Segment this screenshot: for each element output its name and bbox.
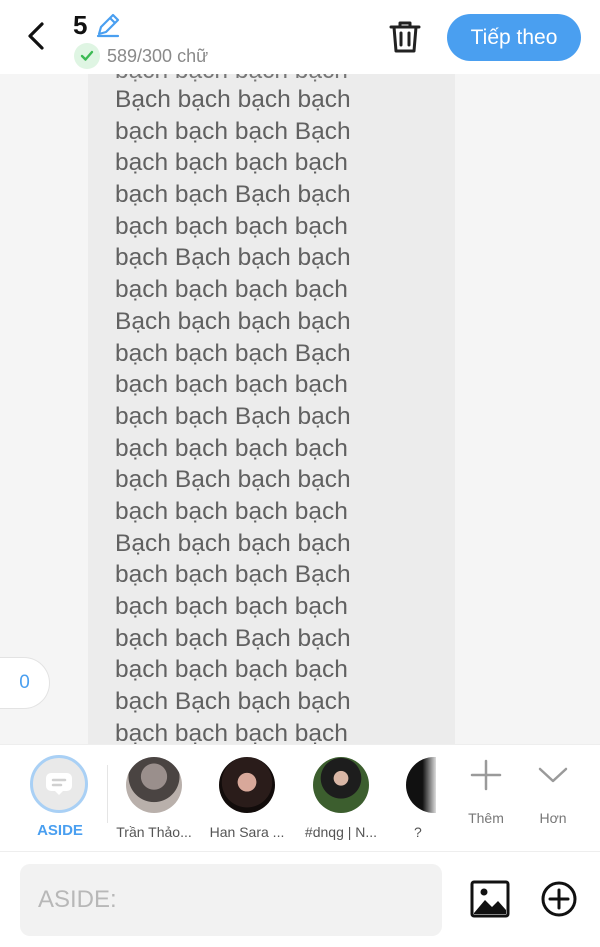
profile-han-sara[interactable]: Han Sara ... [202, 757, 292, 840]
trash-icon[interactable] [386, 18, 424, 56]
top-bar: 5 589/300 chữ Tiếp theo [0, 0, 600, 74]
pencil-icon[interactable] [94, 11, 122, 39]
profile-dnqg[interactable]: #dnqg | N... [296, 757, 386, 840]
text-line: bạch bạch bạch Bạch [115, 117, 351, 145]
more-label: Thêm [468, 810, 504, 826]
text-line: bạch bạch bạch bạch [115, 434, 348, 462]
text-line: bạch Bạch bạch bạch [115, 466, 351, 494]
text-line: bạch bạch bạch bạch [115, 656, 348, 684]
text-line: Bạch bạch bạch bạch [115, 86, 351, 113]
aside-label: ASIDE [37, 822, 83, 839]
profile-label: Trần Thảo... [116, 824, 192, 840]
profile-label: ? [414, 824, 422, 840]
avatar [313, 757, 369, 813]
app-screen: 5 589/300 chữ Tiếp theo bạch bạch bạch b… [0, 0, 600, 947]
text-line: bạch Bạch bạch bạch [115, 244, 351, 272]
chapter-title[interactable]: 5 [73, 10, 87, 41]
chevron-down-icon [538, 767, 568, 783]
more-tag-button[interactable]: Thêm [456, 759, 516, 826]
add-circle-icon[interactable] [540, 880, 578, 918]
text-line: bạch bạch Bạch bạch [115, 181, 351, 209]
text-line: bạch bạch bạch bạch [115, 276, 348, 304]
editor-area: bạch bạch bạch bạch Bạch bạch bạch bạch b… [0, 74, 600, 744]
profile-label: Han Sara ... [209, 824, 285, 840]
back-icon[interactable] [22, 18, 52, 54]
text-line: bạch bạch bạch bạch [115, 497, 348, 525]
text-line: bạch bạch bạch bạch [115, 149, 348, 177]
text-line: Bạch bạch bạch bạch [115, 529, 351, 557]
text-content[interactable]: bạch bạch bạch bạch Bạch bạch bạch bạch b… [88, 74, 455, 744]
aside-icon [30, 755, 88, 813]
text-line: bạch bạch bạch bạch [115, 212, 348, 240]
text-line: bạch bạch bạch Bạch [115, 561, 351, 589]
profile-label: #dnqg | N... [304, 824, 378, 840]
profile-unknown[interactable]: ? [374, 757, 464, 840]
next-button[interactable]: Tiếp theo [447, 14, 581, 61]
tag-bar: ASIDE Trần Thảo... Han Sara ... #dnqg | … [0, 744, 600, 852]
aside-input[interactable] [20, 864, 442, 936]
text-lines: Bạch bạch bạch bạch bạch bạch bạch Bạch bạ… [115, 84, 351, 744]
word-count: 589/300 chữ [107, 46, 209, 66]
plus-icon [470, 759, 502, 791]
expand-label: Hơn [539, 810, 567, 826]
aside-tag[interactable]: ASIDE [30, 755, 90, 839]
text-line: bạch bạch Bạch bạch [115, 402, 351, 430]
text-line: bạch bạch Bạch bạch [115, 624, 351, 652]
divider [107, 765, 108, 823]
avatar [219, 757, 275, 813]
text-line: bạch bạch bạch Bạch [115, 339, 351, 367]
text-line: bạch bạch bạch bạch [115, 593, 348, 620]
composer-bar [0, 852, 600, 947]
text-line: bạch Bạch bạch bạch [115, 688, 351, 716]
text-line: bạch bạch bạch bạch [115, 371, 348, 399]
profile-tran-thao[interactable]: Trần Thảo... [109, 757, 199, 840]
expand-button[interactable]: Hơn [523, 759, 583, 826]
image-icon[interactable] [470, 880, 510, 918]
comment-counter[interactable]: 0 [0, 657, 50, 709]
text-line: Bạch bạch bạch bạch [115, 307, 351, 335]
check-icon [74, 43, 100, 69]
text-line: bạch bạch bạch bạch [115, 719, 348, 744]
avatar [126, 757, 182, 813]
avatar [406, 757, 436, 813]
